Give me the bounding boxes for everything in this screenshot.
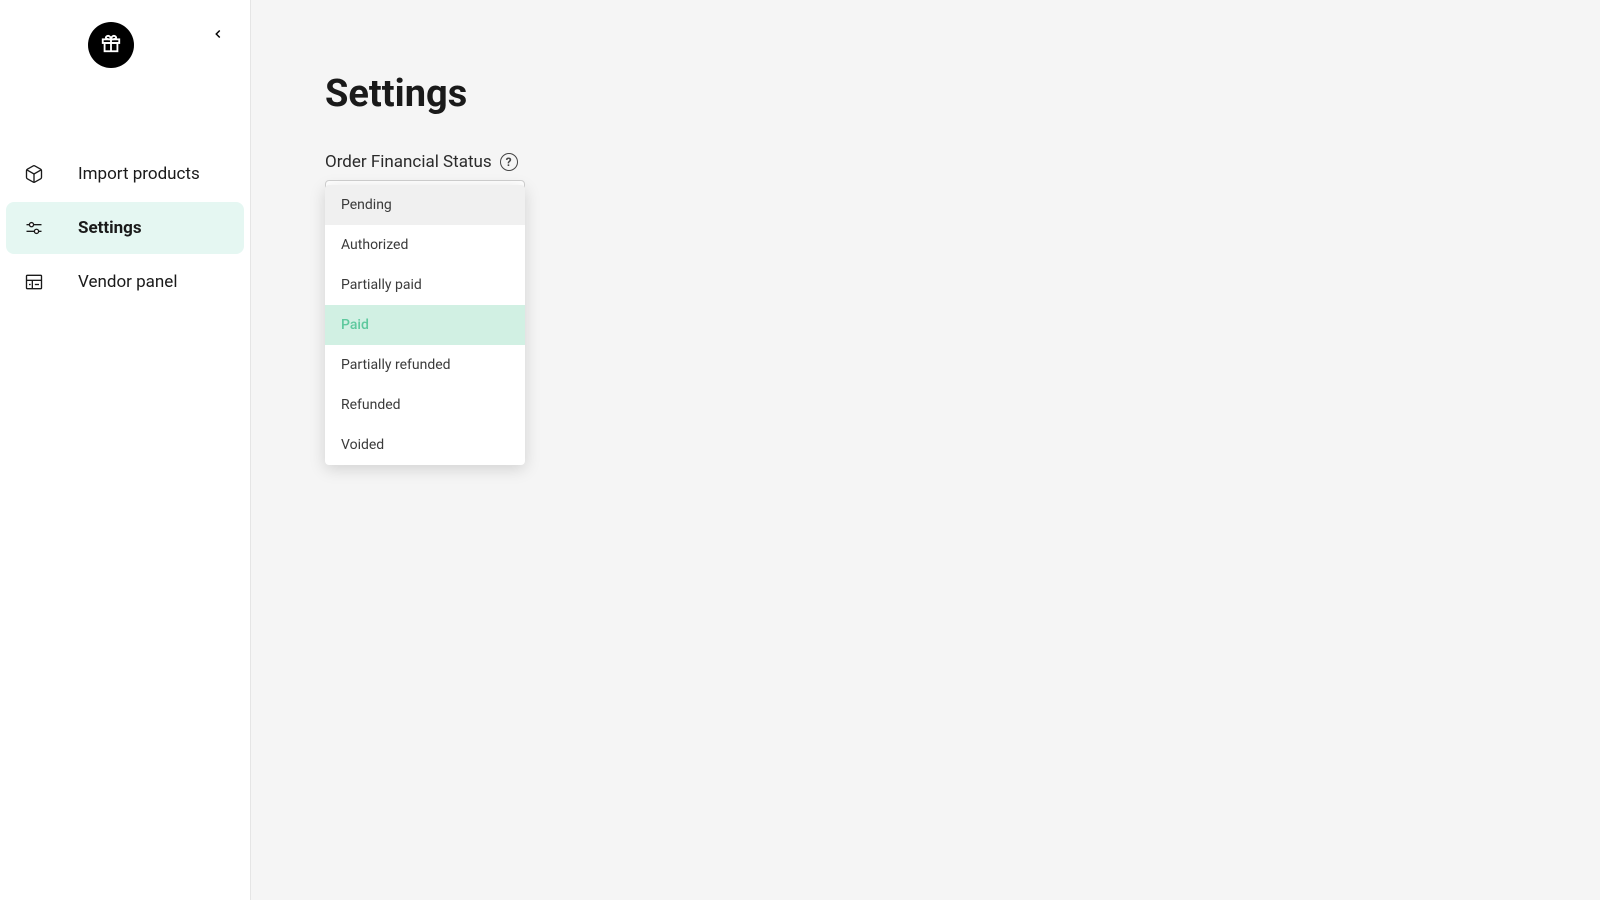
option-label: Refunded — [341, 397, 401, 413]
dropdown-panel: Pending Authorized Partially paid Paid P… — [325, 185, 525, 465]
sliders-icon — [24, 218, 44, 238]
main-content: Settings Order Financial Status ? Pendin… — [251, 0, 1600, 900]
dropdown-option-voided[interactable]: Voided — [325, 425, 525, 465]
nav-label: Settings — [78, 218, 142, 238]
nav-label: Import products — [78, 164, 200, 184]
option-label: Partially refunded — [341, 357, 451, 373]
dropdown-option-refunded[interactable]: Refunded — [325, 385, 525, 425]
option-label: Voided — [341, 437, 384, 453]
help-icon[interactable]: ? — [500, 153, 518, 171]
box-icon — [24, 164, 44, 184]
financial-status-select[interactable]: Pending Authorized Partially paid Paid P… — [325, 180, 525, 188]
page-title: Settings — [325, 72, 1526, 116]
option-label: Pending — [341, 197, 392, 213]
dropdown-option-partially-refunded[interactable]: Partially refunded — [325, 345, 525, 385]
sidebar-item-import-products[interactable]: Import products — [6, 148, 244, 200]
sidebar-item-vendor-panel[interactable]: Vendor panel — [6, 256, 244, 308]
field-header: Order Financial Status ? — [325, 152, 1526, 172]
app-logo — [88, 22, 134, 68]
field-label: Order Financial Status — [325, 152, 492, 172]
nav-label: Vendor panel — [78, 272, 177, 292]
collapse-sidebar-button[interactable] — [204, 21, 232, 49]
panel-icon — [24, 272, 44, 292]
dropdown-option-authorized[interactable]: Authorized — [325, 225, 525, 265]
dropdown-option-paid[interactable]: Paid — [325, 305, 525, 345]
option-label: Authorized — [341, 237, 408, 253]
sidebar: Import products Settings Vendor panel — [0, 0, 251, 900]
sidebar-item-settings[interactable]: Settings — [6, 202, 244, 254]
sidebar-header — [6, 22, 244, 68]
dropdown-option-partially-paid[interactable]: Partially paid — [325, 265, 525, 305]
chevron-left-icon — [211, 26, 225, 45]
gift-icon — [100, 32, 122, 58]
option-label: Paid — [341, 317, 369, 333]
dropdown-option-pending[interactable]: Pending — [325, 185, 525, 225]
option-label: Partially paid — [341, 277, 422, 293]
